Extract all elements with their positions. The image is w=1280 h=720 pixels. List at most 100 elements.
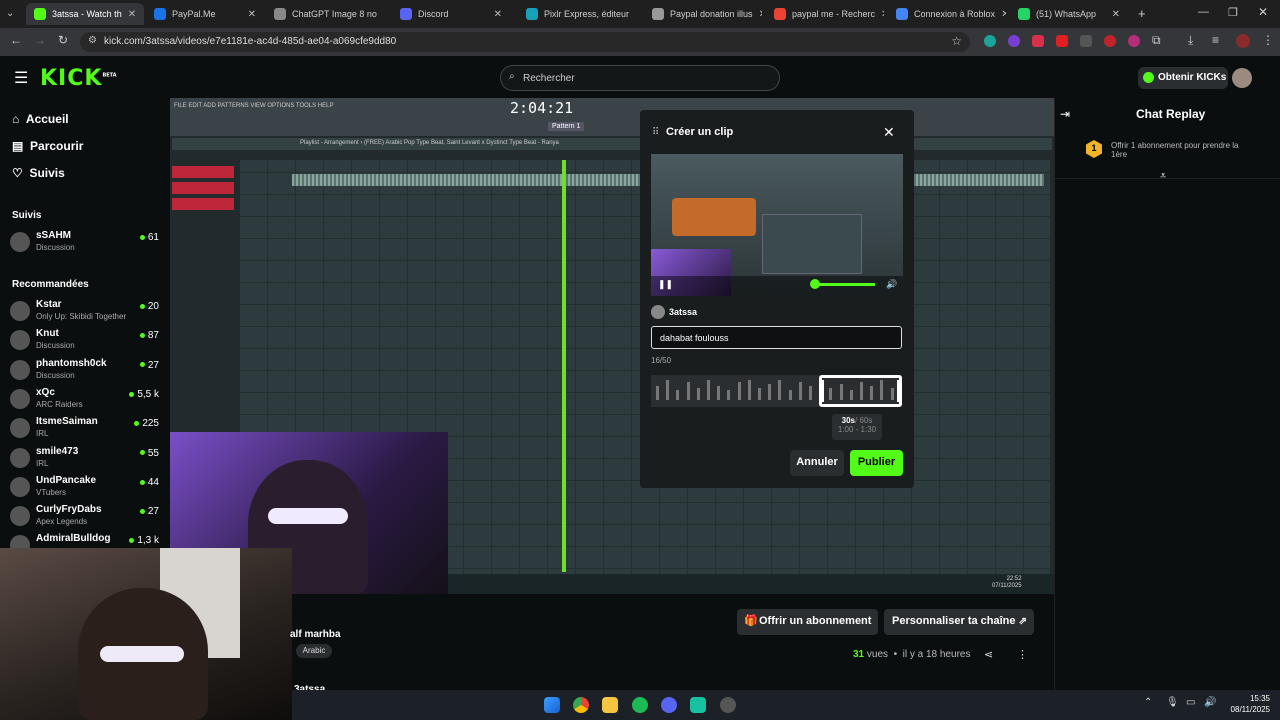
- url-bar[interactable]: ⚙ kick.com/3atssa/videos/e7e1181e-ac4d-4…: [80, 32, 970, 52]
- gift-leaderboard-text[interactable]: Offrir 1 abonnement pour prendre la 1ère: [1111, 141, 1251, 159]
- trim-handle-left[interactable]: [820, 380, 824, 402]
- tab-close-icon[interactable]: ✕: [881, 9, 884, 20]
- maximize-button[interactable]: ❐: [1228, 6, 1238, 19]
- channel-avatar: [10, 232, 30, 252]
- browser-tab[interactable]: ChatGPT Image 8 no ✕: [266, 3, 384, 25]
- extensions-puzzle-icon[interactable]: ⧉: [1152, 33, 1161, 48]
- clip-title-input[interactable]: [651, 326, 902, 349]
- sidebar-channel-item[interactable]: xQc ARC Raiders 5,5 k: [10, 387, 162, 415]
- discord-taskbar-icon[interactable]: [661, 697, 677, 713]
- channel-category: Discussion: [36, 370, 75, 380]
- volume-icon[interactable]: 🔊: [886, 279, 897, 290]
- clip-duration-tooltip: 30s/ 60s 1:00 - 1:30: [832, 414, 882, 440]
- collapse-chat-icon[interactable]: ⇥: [1060, 107, 1070, 121]
- timeline-tick: [676, 390, 680, 400]
- gift-subscription-button[interactable]: 🎁 Offrir un abonnement: [737, 609, 878, 635]
- extension-icon[interactable]: [984, 35, 996, 47]
- browser-menu-icon[interactable]: ⋮: [1262, 33, 1274, 47]
- download-icon[interactable]: ⤓: [1188, 33, 1193, 48]
- sidebar-channel-item[interactable]: phantomsh0ck Discussion 27: [10, 358, 162, 386]
- video-clock-time: 22:52: [1006, 576, 1022, 582]
- microphone-icon[interactable]: 🎙: [1166, 697, 1179, 708]
- back-icon[interactable]: ←: [10, 33, 22, 47]
- reload-icon[interactable]: ↻: [58, 33, 68, 47]
- tab-close-icon[interactable]: ✕: [1112, 9, 1120, 20]
- volume-slider-handle[interactable]: [810, 279, 820, 289]
- extension-icon[interactable]: [1128, 35, 1140, 47]
- tab-search-icon[interactable]: ⌄: [6, 8, 14, 19]
- browser-tab[interactable]: Pixlr Express, éditeur ✕: [518, 3, 636, 25]
- profile-avatar[interactable]: [1236, 34, 1250, 48]
- speaker-icon[interactable]: 🔊: [1204, 697, 1216, 708]
- duration-range: 1:00 - 1:30: [837, 425, 877, 434]
- sidebar-channel-item[interactable]: Knut Discussion 87: [10, 328, 162, 356]
- volume-slider[interactable]: [815, 283, 875, 286]
- publish-button[interactable]: Publier: [850, 450, 903, 476]
- minimize-button[interactable]: —: [1198, 6, 1209, 18]
- tab-close-icon[interactable]: ✕: [128, 9, 136, 20]
- close-window-button[interactable]: ✕: [1258, 5, 1268, 19]
- browser-tab[interactable]: Connexion à Roblox ✕: [888, 3, 1006, 25]
- tab-close-icon[interactable]: ✕: [1001, 9, 1006, 20]
- timeline-tick: [696, 388, 700, 400]
- youtube-extension-icon[interactable]: [1056, 35, 1068, 47]
- media-control-icon[interactable]: ≡: [1212, 33, 1219, 47]
- extension-icon[interactable]: [1080, 35, 1092, 47]
- kick-logo[interactable]: KICKBETA: [40, 66, 117, 91]
- sidebar-channel-item[interactable]: Kstar Only Up: Skibidi Together 20: [10, 299, 162, 327]
- viewer-count-value: 61: [147, 232, 159, 243]
- nav-following[interactable]: ♡ Suivis: [12, 166, 65, 180]
- browser-tab[interactable]: Paypal donation illus ✕: [644, 3, 762, 25]
- spotify-icon[interactable]: [632, 697, 648, 713]
- chrome-taskbar-icon[interactable]: [573, 697, 589, 713]
- tray-chevron-icon[interactable]: ⌃: [1144, 697, 1152, 708]
- browser-tab[interactable]: PayPal.Me ✕: [146, 3, 264, 25]
- sidebar-channel-item[interactable]: ItsmeSaiman IRL 225: [10, 416, 162, 444]
- bookmark-star-icon[interactable]: ☆: [951, 34, 962, 48]
- tab-close-icon[interactable]: ✕: [759, 9, 762, 20]
- nav-home[interactable]: ⌂ Accueil: [12, 112, 69, 126]
- browser-tab[interactable]: 3atssa - Watch th ✕: [26, 3, 144, 25]
- customize-channel-button[interactable]: Personnaliser ta chaîne ⇗: [884, 609, 1034, 635]
- tab-close-icon[interactable]: ✕: [383, 9, 384, 20]
- sidebar-channel-item[interactable]: UndPancake VTubers 44: [10, 475, 162, 503]
- extension-icon[interactable]: [1032, 35, 1044, 47]
- expand-chevron-icon[interactable]: ⩡: [1160, 170, 1166, 183]
- viewer-count: 55: [139, 448, 159, 459]
- tab-close-icon[interactable]: ✕: [248, 9, 256, 20]
- site-info-icon[interactable]: ⚙: [88, 35, 97, 46]
- clip-trim-selection[interactable]: [819, 375, 902, 407]
- more-options-icon[interactable]: ⋮: [1017, 648, 1028, 661]
- new-tab-button[interactable]: +: [1138, 6, 1146, 21]
- sidebar-channel-item[interactable]: sSAHM Discussion 61: [10, 230, 162, 258]
- nav-home-label: Accueil: [25, 112, 69, 126]
- trim-handle-right[interactable]: [897, 380, 901, 402]
- forward-icon[interactable]: →: [34, 33, 46, 47]
- windows-start-icon[interactable]: [544, 697, 560, 713]
- extension-icon[interactable]: [1104, 35, 1116, 47]
- network-icon[interactable]: ▭: [1186, 697, 1195, 708]
- browser-tab[interactable]: (51) WhatsApp ✕: [1010, 3, 1128, 25]
- close-icon[interactable]: ✕: [883, 124, 895, 141]
- system-clock[interactable]: 15:35 08/11/2025: [1222, 693, 1270, 715]
- browser-tab[interactable]: Discord ✕: [392, 3, 510, 25]
- pause-icon[interactable]: ❚❚: [658, 279, 673, 290]
- drag-handle-icon[interactable]: ⠿: [652, 127, 659, 138]
- app-taskbar-icon[interactable]: [690, 697, 706, 713]
- user-avatar[interactable]: [1232, 68, 1252, 88]
- browser-tab[interactable]: paypal me - Recherc ✕: [766, 3, 884, 25]
- file-explorer-icon[interactable]: [602, 697, 618, 713]
- tab-close-icon[interactable]: ✕: [635, 9, 636, 20]
- nav-browse[interactable]: ▤ Parcourir: [12, 139, 83, 153]
- sidebar-channel-item[interactable]: CurlyFryDabs Apex Legends 27: [10, 504, 162, 532]
- search-input[interactable]: ⌕ Rechercher: [500, 65, 780, 91]
- extension-icon[interactable]: [1008, 35, 1020, 47]
- get-kicks-button[interactable]: Obtenir KICKs: [1138, 67, 1228, 89]
- video-tag[interactable]: Arabic: [296, 644, 332, 658]
- share-icon[interactable]: ⋖: [984, 648, 993, 661]
- cancel-button[interactable]: Annuler: [790, 450, 844, 476]
- tab-close-icon[interactable]: ✕: [494, 9, 502, 20]
- hamburger-menu-icon[interactable]: ☰: [14, 68, 28, 88]
- sidebar-channel-item[interactable]: smile473 IRL 55: [10, 446, 162, 474]
- app-taskbar-icon[interactable]: [720, 697, 736, 713]
